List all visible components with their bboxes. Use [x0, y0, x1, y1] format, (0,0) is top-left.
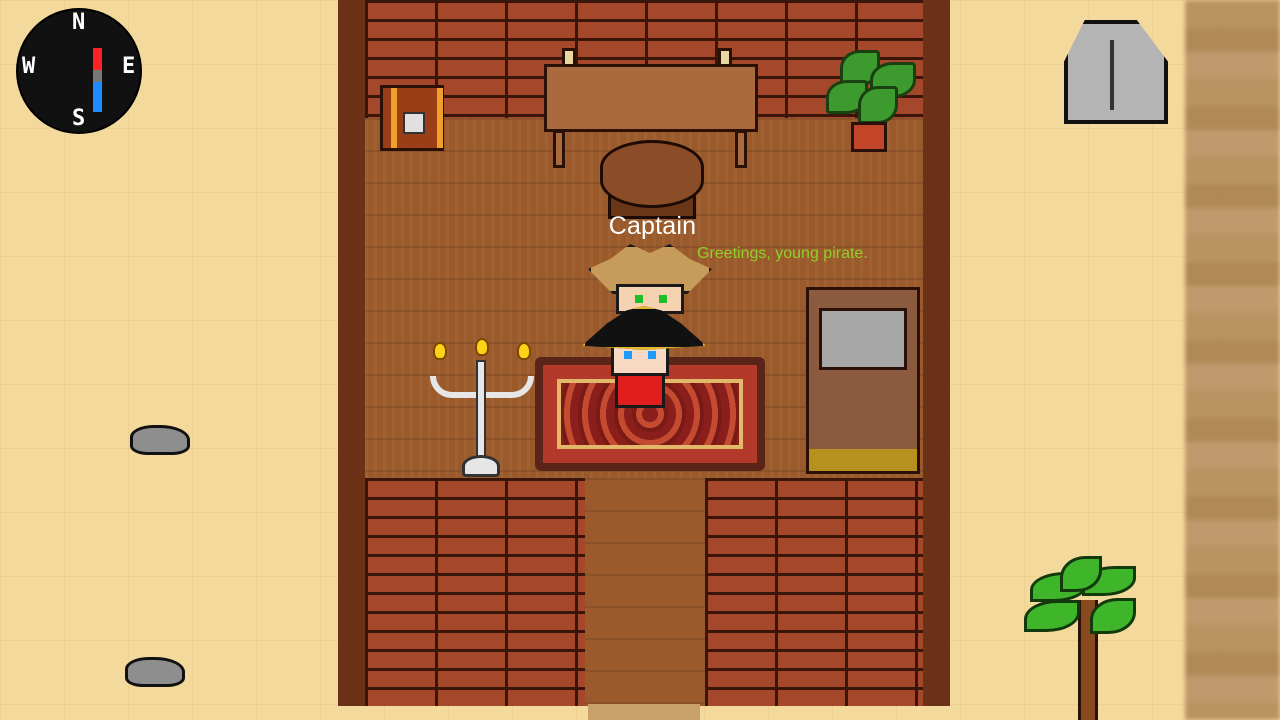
player-eye — [648, 351, 656, 359]
flame-icon — [475, 338, 489, 356]
captain-eye — [635, 295, 643, 303]
flame-icon — [433, 342, 447, 360]
pebble-icon — [130, 425, 190, 455]
candelabra-icon — [476, 360, 486, 464]
bed-pillow — [819, 308, 907, 370]
compass-west-label: W — [22, 54, 36, 79]
pebble-icon — [125, 657, 185, 687]
doorway-floor — [585, 478, 705, 706]
plant-leaf — [858, 86, 898, 124]
rock-crack — [1110, 40, 1114, 110]
table-leg — [553, 130, 565, 168]
player-body — [615, 372, 665, 408]
front-left-brick-wall — [365, 478, 585, 706]
potted-plant-icon — [851, 122, 887, 152]
npc-name-label: Captain — [608, 212, 697, 240]
compass-east-label: E — [122, 54, 136, 79]
shoreline — [1185, 0, 1280, 720]
player-eye — [624, 351, 632, 359]
captain-eye — [659, 295, 667, 303]
bed-icon[interactable] — [806, 287, 920, 474]
compass-south-label: S — [72, 106, 86, 131]
compass-north-label: N — [72, 10, 86, 35]
front-right-brick-wall — [705, 478, 923, 706]
treasure-chest-icon[interactable] — [380, 85, 444, 151]
compass-needle-center — [93, 70, 102, 82]
stool-icon — [600, 140, 704, 208]
doorway-exit[interactable] — [588, 704, 700, 720]
flame-icon — [517, 342, 531, 360]
chest-lock-icon — [403, 112, 425, 134]
npc-speech-bubble: Greetings, young pirate. — [697, 245, 868, 262]
compass-needle-south — [93, 82, 102, 112]
table-leg — [735, 130, 747, 168]
compass-icon: N S E W — [18, 10, 140, 132]
candelabra-base — [462, 455, 500, 477]
bed-blanket — [809, 449, 917, 471]
table-icon — [544, 64, 758, 132]
